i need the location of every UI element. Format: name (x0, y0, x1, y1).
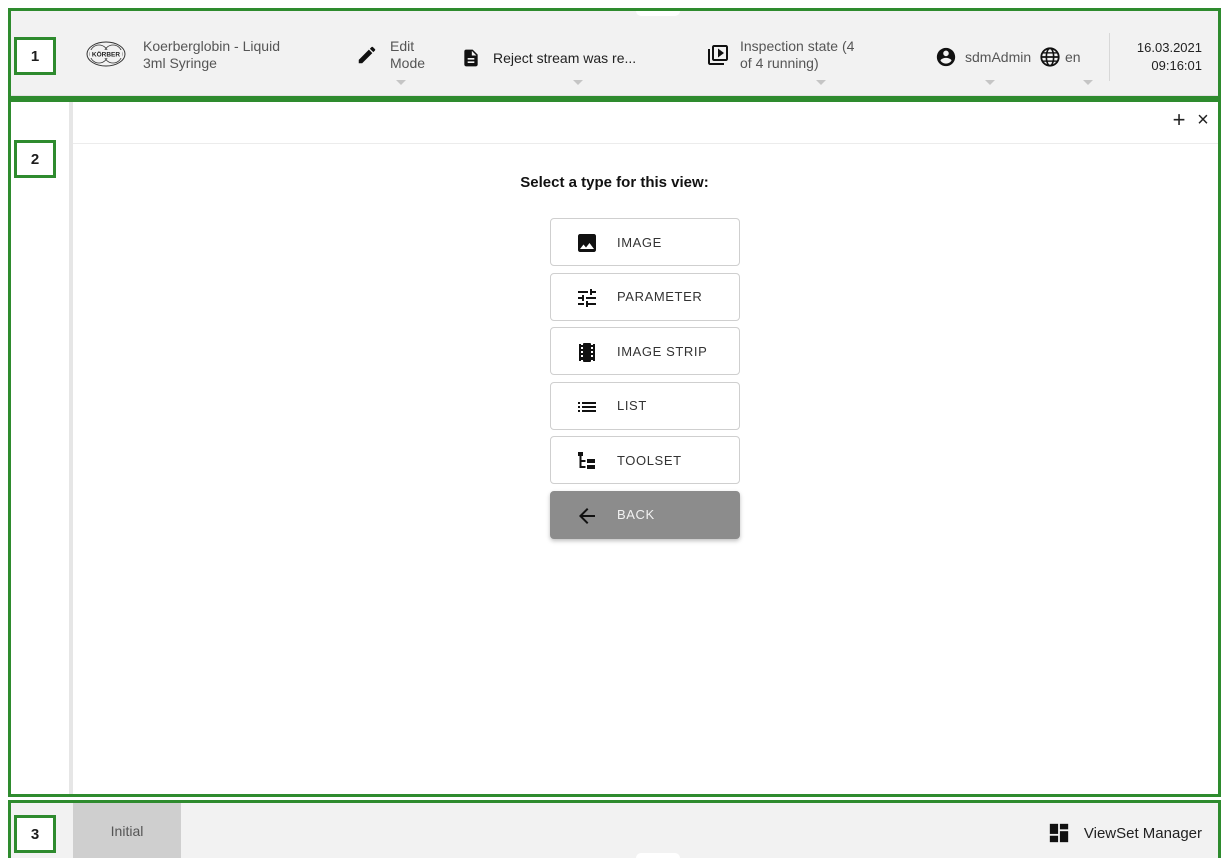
region-label-1: 1 (14, 37, 56, 75)
region-frame-3 (8, 800, 1221, 858)
region-frame-2 (8, 99, 1221, 797)
region-frame-1 (8, 8, 1221, 99)
region-label-3: 3 (14, 815, 56, 853)
region-label-2: 2 (14, 140, 56, 178)
